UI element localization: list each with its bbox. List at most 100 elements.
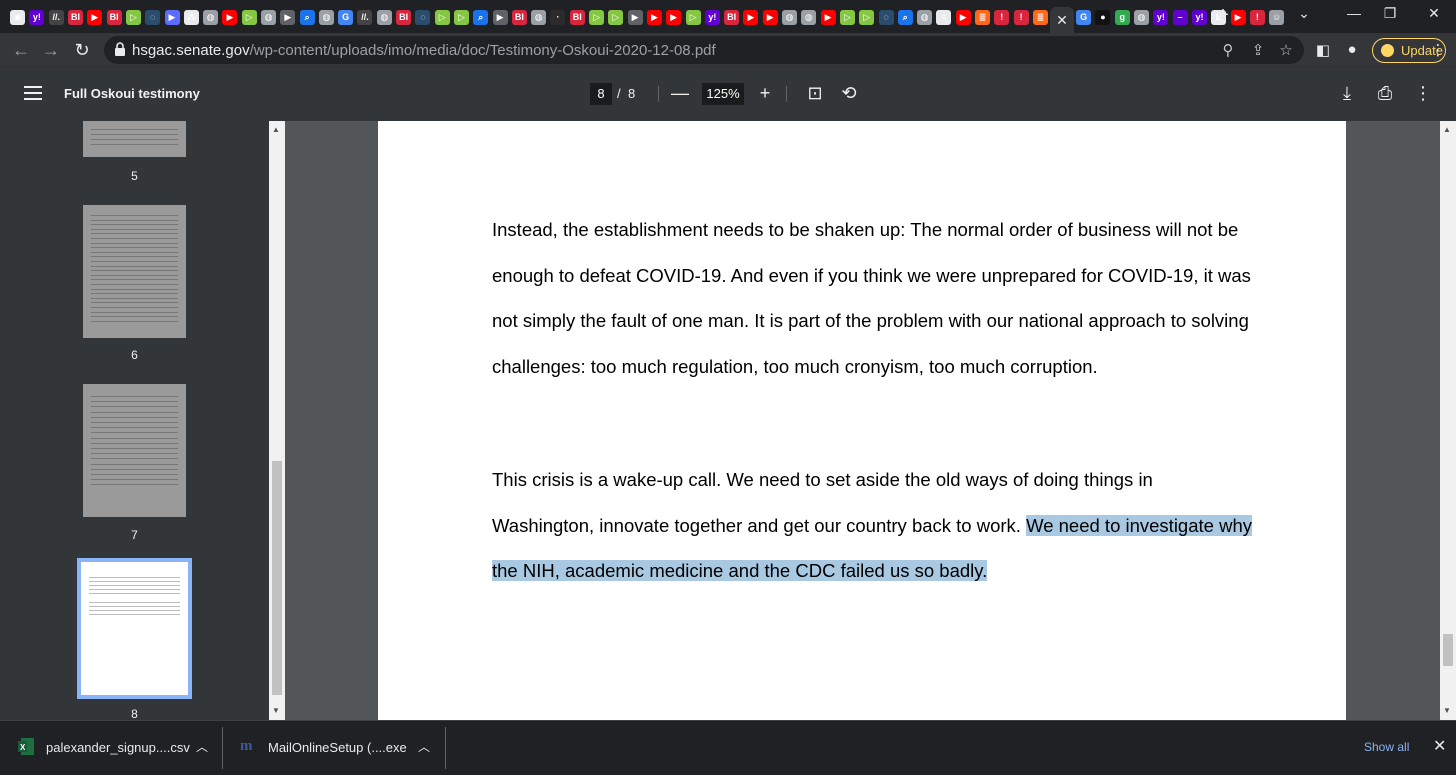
bookmark-star-icon[interactable]: ☆ — [1276, 41, 1296, 59]
reload-icon[interactable]: ↻ — [71, 39, 93, 61]
forward-arrow-icon[interactable]: → — [40, 39, 62, 61]
browser-tab[interactable]: ▷ — [433, 7, 452, 27]
browser-tab[interactable]: ◍ — [799, 7, 818, 27]
browser-tab[interactable]: ▷ — [857, 7, 876, 27]
browser-tab[interactable]: ▶ — [818, 7, 837, 27]
browser-tab[interactable]: ≡ — [934, 7, 953, 27]
browser-tab[interactable]: ▶ — [664, 7, 683, 27]
browser-tab[interactable]: ● — [1093, 7, 1112, 27]
back-arrow-icon[interactable]: ← — [10, 39, 32, 61]
browser-tab[interactable]: ◌ — [143, 7, 162, 27]
browser-tab[interactable]: G — [1074, 7, 1093, 27]
browser-tab[interactable]: ▶ — [741, 7, 760, 27]
thumbnail-page-5[interactable] — [83, 121, 186, 157]
more-menu-icon[interactable]: ⋮ — [1428, 41, 1448, 59]
download-item[interactable]: X palexander_signup....csv ︿ — [0, 721, 222, 775]
sidebar-menu-icon[interactable] — [24, 86, 42, 100]
share-icon[interactable]: ⇪ — [1248, 41, 1268, 59]
browser-tab[interactable]: BI — [722, 7, 741, 27]
browser-tab[interactable]: ▶ — [278, 7, 297, 27]
browser-tab[interactable]: ◍ — [780, 7, 799, 27]
browser-tab[interactable]: ≣ — [1031, 7, 1050, 27]
sidebar-scrollbar[interactable]: ▲ ▼ — [269, 121, 285, 720]
lock-icon[interactable] — [114, 42, 126, 56]
pdf-more-icon[interactable]: ⋮ — [1412, 82, 1434, 104]
browser-tab[interactable]: ◍ — [317, 7, 336, 27]
side-panel-icon[interactable]: ◧ — [1313, 41, 1333, 59]
thumbnail-page-8[interactable] — [77, 558, 192, 699]
browser-tab[interactable]: BI — [104, 7, 123, 27]
browser-tab[interactable]: ◌ — [876, 7, 895, 27]
scroll-up-icon[interactable]: ▲ — [272, 125, 280, 134]
browser-tab[interactable]: ⌕ — [471, 7, 490, 27]
browser-tab[interactable]: ! — [1011, 7, 1030, 27]
browser-tab[interactable]: ☺ — [1267, 7, 1286, 27]
address-bar[interactable]: hsgac.senate.gov/wp-content/uploads/imo/… — [104, 36, 1304, 64]
browser-tab[interactable]: BI — [568, 7, 587, 27]
browser-tab[interactable]: ◍ — [1132, 7, 1151, 27]
browser-tab[interactable]: ! — [992, 7, 1011, 27]
restore-icon[interactable]: ❐ — [1380, 5, 1400, 22]
browser-tab[interactable]: ⁂ — [182, 7, 201, 27]
browser-tab[interactable]: y! — [1190, 7, 1209, 27]
browser-tab[interactable]: ◍ — [259, 7, 278, 27]
zoom-in-icon[interactable]: + — [754, 82, 776, 104]
browser-tab[interactable]: · — [548, 7, 567, 27]
browser-tab[interactable]: //. — [47, 7, 66, 27]
browser-tab[interactable]: BI — [66, 7, 85, 27]
browser-tab[interactable]: y! — [1151, 7, 1170, 27]
browser-tab[interactable]: ▶ — [490, 7, 509, 27]
browser-tab[interactable]: ▷ — [124, 7, 143, 27]
browser-tab[interactable]: ▷ — [683, 7, 702, 27]
sidebar-scrollbar-thumb[interactable] — [272, 461, 282, 695]
browser-tab[interactable]: ◍ — [529, 7, 548, 27]
scroll-down-icon[interactable]: ▼ — [1443, 706, 1451, 715]
minimize-icon[interactable]: — — [1344, 5, 1364, 21]
browser-tab[interactable]: – — [1171, 7, 1190, 27]
browser-tab[interactable]: ◍ — [375, 7, 394, 27]
active-tab[interactable]: ✕ — [1050, 6, 1075, 34]
browser-tab[interactable]: ▷ — [606, 7, 625, 27]
browser-tab[interactable]: g — [1113, 7, 1132, 27]
close-tab-icon[interactable]: ✕ — [1056, 12, 1068, 29]
browser-tab[interactable]: G — [336, 7, 355, 27]
browser-tab[interactable]: ▷ — [838, 7, 857, 27]
browser-tab[interactable]: ◍ — [201, 7, 220, 27]
zoom-out-icon[interactable]: — — [669, 82, 691, 104]
browser-tab[interactable]: ▶ — [162, 7, 181, 27]
browser-tab[interactable]: ◌ — [413, 7, 432, 27]
browser-tab[interactable]: BI — [394, 7, 413, 27]
chevron-up-icon[interactable]: ︿ — [418, 738, 430, 755]
browser-tab[interactable]: ▷ — [240, 7, 259, 27]
zoom-icon[interactable]: ⚲ — [1218, 41, 1238, 59]
tab-search-chevron-icon[interactable]: ⌄ — [1294, 5, 1314, 22]
download-item[interactable]: m MailOnlineSetup (....exe ︿ — [223, 721, 445, 775]
thumbnail-page-7[interactable] — [83, 384, 186, 517]
page-number-input[interactable]: 8 — [590, 83, 612, 105]
browser-tab[interactable]: y! — [27, 7, 46, 27]
show-all-button[interactable]: Show all — [1364, 740, 1409, 754]
viewer-scrollbar-thumb[interactable] — [1443, 634, 1453, 666]
close-window-icon[interactable]: ✕ — [1424, 5, 1444, 22]
browser-tab[interactable]: ▶ — [954, 7, 973, 27]
fit-to-page-icon[interactable]: ⊡ — [804, 82, 826, 104]
browser-tab[interactable]: ≣ — [973, 7, 992, 27]
browser-tab[interactable]: BI — [510, 7, 529, 27]
browser-tab[interactable]: //. — [355, 7, 374, 27]
close-download-bar-icon[interactable]: ✕ — [1433, 736, 1446, 756]
browser-tab[interactable]: ▶ — [220, 7, 239, 27]
browser-tab[interactable]: y! — [703, 7, 722, 27]
browser-tab[interactable]: ▶ — [626, 7, 645, 27]
download-icon[interactable]: ⤓ — [1336, 82, 1358, 104]
print-icon[interactable]: ⎙ — [1374, 82, 1396, 104]
profile-icon[interactable]: ● — [1342, 41, 1362, 58]
scroll-up-icon[interactable]: ▲ — [1443, 125, 1451, 134]
thumbnail-page-6[interactable] — [83, 205, 186, 338]
browser-tab[interactable]: ⌕ — [297, 7, 316, 27]
browser-tab[interactable]: ▶ — [645, 7, 664, 27]
browser-tab[interactable]: ▷ — [587, 7, 606, 27]
browser-tab[interactable]: ! — [1248, 7, 1267, 27]
browser-tab[interactable]: ▶ — [761, 7, 780, 27]
url-text[interactable]: hsgac.senate.gov/wp-content/uploads/imo/… — [132, 42, 716, 59]
new-tab-button[interactable]: + — [1212, 5, 1234, 25]
